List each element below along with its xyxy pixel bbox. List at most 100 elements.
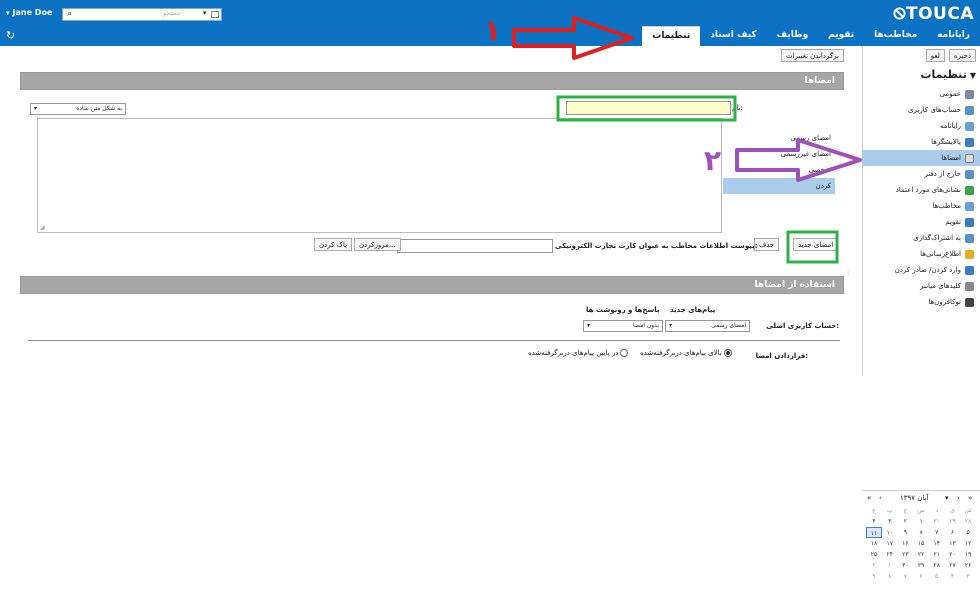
calendar-day[interactable]: ۳۰ [898, 560, 914, 571]
refresh-icon[interactable]: ↻ [6, 29, 15, 42]
signature-name-input[interactable] [566, 101, 731, 115]
calendar-day[interactable]: ۹ [866, 571, 882, 582]
signature-item[interactable]: امضای غیررسمی [723, 146, 835, 162]
calendar-day[interactable]: ۲۳ [898, 549, 914, 560]
calendar-day[interactable]: ۱۶ [898, 538, 914, 549]
calendar-day[interactable]: ۱۴ [929, 538, 945, 549]
collapse-icon[interactable]: ▼ [970, 71, 976, 80]
calendar-day[interactable]: ۲۱ [929, 549, 945, 560]
clear-button[interactable]: پاک کردن [314, 238, 353, 251]
format-select[interactable]: ▾ به شکل متن ساده [30, 103, 126, 115]
calendar-day[interactable]: ۱۲ [960, 538, 976, 549]
new-signature-button[interactable]: امضای جدید [793, 238, 839, 251]
search-scope-dropdown-icon[interactable]: ▾ [203, 9, 207, 17]
sidebar-item[interactable]: خارج از دفتر [862, 166, 980, 182]
calendar-day[interactable]: ۸ [913, 527, 929, 538]
sidebar-item[interactable]: عمومی [862, 86, 980, 102]
sidebar-item[interactable]: حساب‌های کاربری [862, 102, 980, 118]
calendar-day[interactable]: ۲۹ [913, 560, 929, 571]
calendar-day[interactable]: ۴ [866, 516, 882, 527]
next-month-icon[interactable]: › [957, 494, 960, 502]
undo-changes-button[interactable]: برگرداندن تغییرات [780, 49, 844, 62]
new-messages-select[interactable]: ▾ امضای رسمی [665, 320, 750, 332]
signature-item-selected[interactable]: کردن [723, 178, 835, 194]
splitter-handle[interactable]: ⋮ [846, 270, 852, 282]
calendar-day[interactable]: ۱۰ [882, 527, 898, 538]
sidebar-item[interactable]: امضاها [862, 150, 980, 166]
cancel-button[interactable]: لغو [925, 49, 945, 62]
calendar-day[interactable]: ۲۵ [866, 549, 882, 560]
sidebar-item[interactable]: توکافزون‌ها [862, 294, 980, 310]
next-year-icon[interactable]: » [968, 494, 972, 502]
signature-item[interactable]: شخصی [723, 162, 835, 178]
tab-briefcase[interactable]: کیف اسناد [700, 26, 766, 46]
calendar-day[interactable]: ۱۳ [945, 538, 961, 549]
calendar-day[interactable]: ۱۵ [913, 538, 929, 549]
sidebar-item-label: عمومی [939, 90, 961, 98]
sidebar-item[interactable]: نشانی‌های مورد اعتماد [862, 182, 980, 198]
calendar-day[interactable]: ۶ [913, 571, 929, 582]
calendar-day[interactable]: ۱۸ [866, 538, 882, 549]
radio-above-dot[interactable] [723, 349, 732, 357]
calendar-month-label[interactable]: آبان ۱۳۹۷ [900, 494, 928, 502]
prev-year-icon[interactable]: « [867, 494, 871, 502]
radio-above[interactable]: بالای پیام‌های دربرگرفته‌شده [640, 349, 732, 357]
calendar-day[interactable]: ۴ [945, 571, 961, 582]
tab-contacts[interactable]: مخاطب‌ها [864, 26, 927, 46]
calendar-day[interactable]: ۱۷ [882, 538, 898, 549]
calendar-day[interactable]: ۲۸ [929, 560, 945, 571]
calendar-day[interactable]: ۱ [882, 560, 898, 571]
radio-below-dot[interactable] [620, 349, 629, 357]
signature-item[interactable]: امضای رسمی [723, 130, 835, 146]
replies-select[interactable]: ▾ بدون امضا [583, 320, 663, 332]
sidebar-item[interactable]: پالایشگرها [862, 134, 980, 150]
sidebar-item[interactable]: اطلاع‌رسانی‌ها [862, 246, 980, 262]
search-icon[interactable]: ⌕ [67, 9, 72, 19]
calendar-day[interactable]: ۹ [898, 527, 914, 538]
calendar-day[interactable]: ۲ [866, 560, 882, 571]
month-dropdown-icon[interactable]: ▾ [945, 494, 949, 502]
calendar-day[interactable]: ۲۶ [960, 560, 976, 571]
tab-mail[interactable]: رایانامه [927, 26, 980, 46]
sidebar-item[interactable]: وارد کردن/ صادر کردن [862, 262, 980, 278]
resize-handle-icon[interactable]: ◢ [40, 224, 45, 231]
calendar-day[interactable]: ۵ [929, 571, 945, 582]
save-button[interactable]: ذخیره [948, 49, 976, 62]
tab-settings[interactable]: تنظیمات [642, 26, 701, 46]
calendar-day[interactable]: ۲۸ [960, 516, 976, 527]
user-menu[interactable]: ▾ Jane Doe [6, 8, 52, 17]
sidebar-item[interactable]: به اشتراک‌گذاری [862, 230, 980, 246]
calendar-day[interactable]: ۷ [898, 571, 914, 582]
sidebar-item[interactable]: رایانامه [862, 118, 980, 134]
calendar-day[interactable]: ۲۷ [945, 560, 961, 571]
calendar-day[interactable]: ۳ [882, 516, 898, 527]
calendar-day[interactable]: ۲۴ [882, 549, 898, 560]
tab-tasks[interactable]: وظایف [767, 26, 819, 46]
calendar-day[interactable]: ۲۹ [945, 516, 961, 527]
signature-editor[interactable]: ◢ [37, 118, 722, 233]
calendar-day[interactable]: ۳ [960, 571, 976, 582]
search-calendar-icon[interactable] [211, 11, 219, 18]
calendar-day[interactable]: ۵ [960, 527, 976, 538]
settings-title[interactable]: تنظیمات ▼ [920, 68, 976, 81]
calendar-day[interactable]: ۷ [929, 527, 945, 538]
calendar-day[interactable]: ۱۱ [866, 527, 882, 538]
radio-below[interactable]: در پایین پیام‌های دربرگرفته‌شده [528, 349, 629, 357]
calendar-day[interactable]: ۶ [945, 527, 961, 538]
prev-month-icon[interactable]: ‹ [879, 494, 882, 502]
calendar-day[interactable]: ۲ [898, 516, 914, 527]
calendar-day[interactable]: ۲۲ [913, 549, 929, 560]
calendar-day[interactable]: ۱ [913, 516, 929, 527]
sidebar-item[interactable]: مخاطب‌ها [862, 198, 980, 214]
delete-signature-button[interactable]: حذف [754, 238, 780, 251]
calendar-day[interactable]: ۸ [882, 571, 898, 582]
calendar-day[interactable]: ۳۰ [929, 516, 945, 527]
calendar-day[interactable]: ۲۰ [945, 549, 961, 560]
tab-calendar[interactable]: تقویم [818, 26, 864, 46]
vcard-input[interactable] [397, 239, 553, 253]
sidebar-item[interactable]: کلیدهای میانبر [862, 278, 980, 294]
sidebar-item[interactable]: تقویم [862, 214, 980, 230]
calendar-day[interactable]: ۱۹ [960, 549, 976, 560]
search-box[interactable]: ⌕ جستجو ▾ [62, 8, 222, 21]
browse-button[interactable]: مرورکردن... [354, 238, 401, 251]
